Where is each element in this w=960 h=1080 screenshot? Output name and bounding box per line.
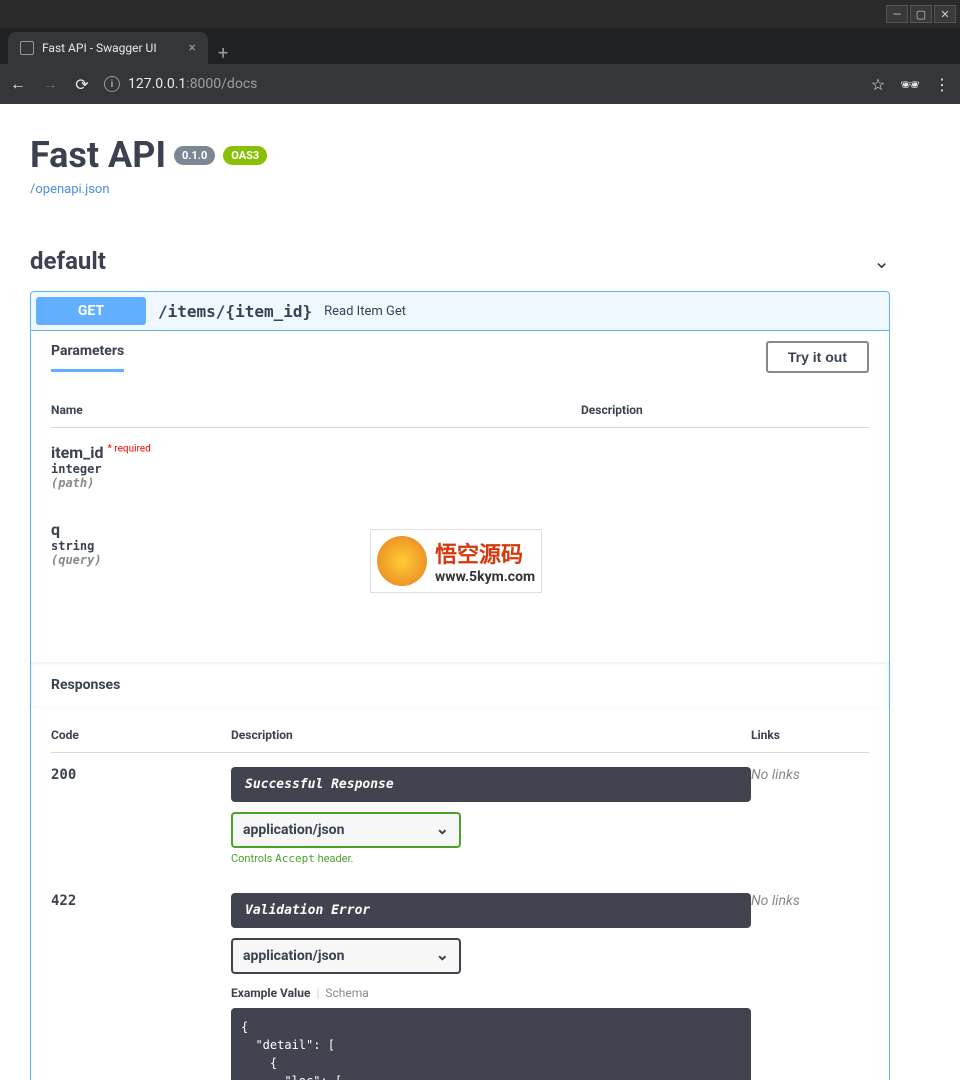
media-type-value: application/json [243,822,344,838]
media-type-select[interactable]: application/json [231,812,461,848]
url-path: :8000/docs [186,76,257,92]
response-row: 200 Successful Response application/json… [51,753,869,879]
menu-icon[interactable]: ⋮ [932,75,952,94]
browser-navbar: ← → ⟳ i 127.0.0.1:8000/docs ☆ 🕶 ⋮ [0,64,960,104]
example-tabs: Example Value|Schema [231,986,751,1000]
resp-header-code: Code [51,728,231,742]
watermark-url: www.5kym.com [435,569,535,585]
new-tab-button[interactable]: + [208,43,238,64]
param-name: item_id [51,443,104,462]
response-code: 200 [51,767,231,865]
reload-icon[interactable]: ⟳ [72,75,92,94]
parameters-tab[interactable]: Parameters [51,343,124,372]
resp-header-links: Links [751,728,869,742]
accept-header-note: Controls Accept header. [231,852,751,865]
incognito-icon: 🕶 [900,75,920,94]
version-badge: 0.1.0 [174,146,215,165]
param-header-description: Description [581,403,643,417]
api-title: Fast API 0.1.0 OAS3 [30,134,890,176]
media-type-value: application/json [243,948,344,964]
url-host: 127.0.0.1 [128,76,186,92]
forward-icon: → [40,74,60,94]
try-it-out-button[interactable]: Try it out [766,341,869,373]
example-value-tab[interactable]: Example Value [231,986,310,1000]
param-row: item_id * required integer (path) [51,428,869,505]
operation-description: Read Item Get [324,304,406,319]
window-titlebar: — ▢ ✕ [0,0,960,28]
page-icon [20,41,34,55]
bookmark-icon[interactable]: ☆ [868,75,888,94]
oas-badge: OAS3 [223,146,267,165]
back-icon[interactable]: ← [8,74,28,94]
example-code: { "detail": [ { "loc": [ "string" [231,1008,751,1080]
browser-tabbar: Fast API - Swagger UI × + [0,28,960,64]
tag-name: default [30,247,106,275]
media-type-select[interactable]: application/json [231,938,461,974]
page-content-scroll[interactable]: Fast API 0.1.0 OAS3 /openapi.json defaul… [0,104,960,1080]
param-required: * required [107,444,150,455]
close-tab-icon[interactable]: × [189,40,196,56]
param-header-name: Name [51,403,581,417]
response-message: Validation Error [231,893,751,928]
openapi-link[interactable]: /openapi.json [30,182,110,197]
response-row: 422 Validation Error application/json Ex… [51,879,869,1080]
api-title-text: Fast API [30,134,166,176]
watermark-text: 悟空源码 [435,537,535,569]
response-message: Successful Response [231,767,751,802]
close-window-button[interactable]: ✕ [934,5,956,23]
watermark-overlay: 悟空源码 www.5kym.com [370,529,542,593]
response-links: No links [751,767,800,865]
operation-block: GET /items/{item_id} Read Item Get Param… [30,291,890,1080]
resp-header-description: Description [231,728,751,742]
url-bar[interactable]: i 127.0.0.1:8000/docs [104,76,856,92]
response-links: No links [751,893,800,1080]
response-code: 422 [51,893,231,1080]
responses-heading: Responses [31,662,889,708]
param-type: integer [51,462,869,476]
operation-summary[interactable]: GET /items/{item_id} Read Item Get [31,292,889,330]
browser-tab[interactable]: Fast API - Swagger UI × [8,32,208,64]
watermark-icon [377,536,427,586]
schema-tab[interactable]: Schema [325,986,368,1000]
site-info-icon[interactable]: i [104,76,120,92]
maximize-button[interactable]: ▢ [910,5,932,23]
tab-title: Fast API - Swagger UI [42,41,157,55]
operation-path: /items/{item_id} [158,302,312,321]
http-method: GET [36,297,146,325]
tag-header[interactable]: default ⌄ [30,237,890,285]
chevron-down-icon: ⌄ [873,249,890,273]
param-in: (path) [51,476,869,490]
minimize-button[interactable]: — [886,5,908,23]
